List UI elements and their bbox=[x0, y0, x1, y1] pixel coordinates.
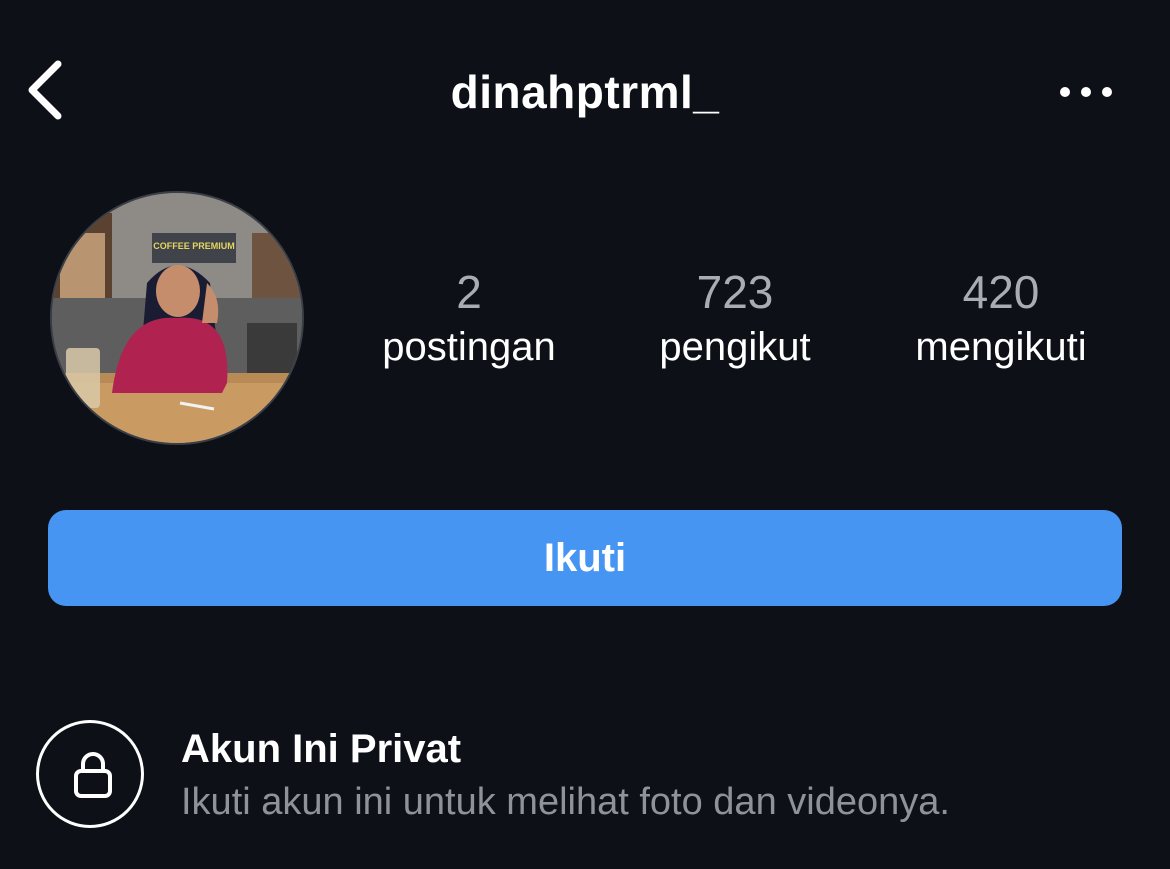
following-count-label: mengikuti bbox=[915, 325, 1087, 369]
profile-username: dinahptrml_ bbox=[450, 66, 720, 118]
follow-button[interactable]: Ikuti bbox=[48, 510, 1122, 606]
posts-count: 2 postingan bbox=[339, 262, 599, 372]
top-navigation-bar: dinahptrml_ bbox=[0, 0, 1170, 180]
avatar-sign-text: COFFEE PREMIUM bbox=[153, 241, 235, 251]
more-options-button[interactable] bbox=[1050, 70, 1124, 114]
more-horizontal-icon bbox=[1060, 87, 1112, 97]
followers-count-value: 723 bbox=[696, 266, 774, 318]
profile-photo: COFFEE PREMIUM bbox=[52, 193, 302, 443]
profile-avatar[interactable]: COFFEE PREMIUM bbox=[50, 191, 304, 445]
posts-count-value: 2 bbox=[456, 266, 482, 318]
private-account-badge bbox=[36, 720, 144, 828]
following-count-value: 420 bbox=[962, 266, 1040, 318]
followers-count[interactable]: 723 pengikut bbox=[605, 262, 865, 372]
private-account-title: Akun Ini Privat bbox=[181, 727, 462, 771]
private-account-description: Ikuti akun ini untuk melihat foto dan vi… bbox=[181, 781, 950, 823]
lock-icon bbox=[74, 752, 112, 798]
followers-count-label: pengikut bbox=[659, 325, 811, 369]
following-count[interactable]: 420 mengikuti bbox=[871, 262, 1131, 372]
posts-count-label: postingan bbox=[382, 325, 556, 369]
